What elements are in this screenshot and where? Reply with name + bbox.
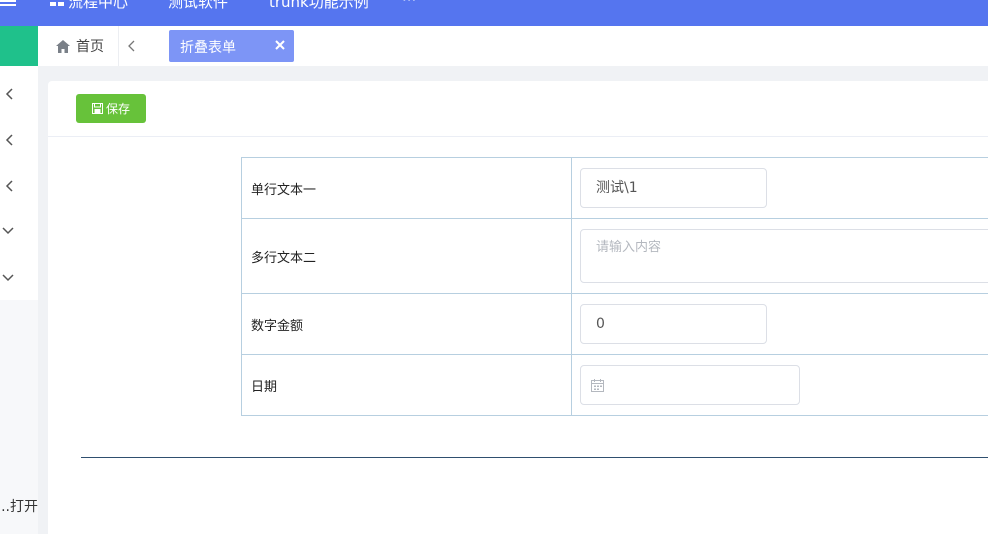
save-button-label: 保存 (105, 102, 130, 116)
section-divider (81, 457, 988, 458)
form-row: 数字金额 0 (241, 293, 988, 355)
tabs-bar: 首页 折叠表单 (38, 26, 988, 66)
form-row: 多行文本二 请输入内容 (241, 218, 988, 294)
tab-home-label: 首页 (76, 39, 104, 55)
sidebar: 打开... (0, 26, 38, 534)
calendar-icon (591, 379, 604, 392)
top-menu-more[interactable]: ··· (402, 0, 416, 9)
menu-toggle-icon[interactable] (0, 0, 16, 6)
form-row: 单行文本一 测试\1 (241, 157, 988, 219)
form-table: 单行文本一 测试\1 多行文本二 请输入内容 数字金额 0 日期 (241, 157, 988, 416)
top-menu-test-software[interactable]: 测试软件 (168, 0, 228, 12)
tab-home[interactable]: 首页 (56, 37, 104, 55)
sidebar-menu (0, 66, 38, 300)
close-icon[interactable] (274, 39, 286, 51)
chevron-left-icon[interactable] (4, 88, 16, 100)
sidebar-logo (0, 26, 38, 66)
amount-input[interactable]: 0 (580, 304, 767, 344)
chevron-left-icon[interactable] (4, 180, 16, 192)
apps-grid-icon (50, 2, 64, 6)
multi-line-textarea[interactable]: 请输入内容 (580, 229, 988, 283)
sidebar-open-item[interactable]: 打开... (0, 496, 38, 516)
top-navbar: 流程中心 测试软件 trunk功能示例 ··· (0, 0, 988, 26)
field-label: 单行文本一 (241, 157, 572, 219)
single-line-text-input[interactable]: 测试\1 (580, 168, 767, 208)
field-label: 日期 (241, 354, 572, 416)
content-card: 保存 单行文本一 测试\1 多行文本二 请输入内容 数字金额 0 日期 (48, 81, 988, 534)
chevron-left-icon[interactable] (4, 134, 16, 146)
top-menu-process-center[interactable]: 流程中心 (68, 0, 128, 12)
chevron-down-icon[interactable] (2, 271, 14, 283)
home-icon (56, 39, 70, 53)
date-picker-input[interactable] (580, 365, 800, 405)
save-icon (91, 103, 103, 114)
field-label: 多行文本二 (241, 218, 572, 294)
chevron-down-icon[interactable] (2, 224, 14, 236)
tab-divider (118, 26, 119, 66)
tab-collapse-form[interactable]: 折叠表单 (169, 30, 294, 62)
tabs-scroll-left-icon[interactable] (126, 39, 138, 53)
tab-collapse-form-label: 折叠表单 (180, 40, 236, 56)
field-label: 数字金额 (241, 293, 572, 355)
top-menu-trunk-demo[interactable]: trunk功能示例 (269, 0, 369, 12)
form-row: 日期 (241, 354, 988, 416)
save-button[interactable]: 保存 (76, 94, 146, 123)
form-toolbar: 保存 (48, 81, 988, 137)
